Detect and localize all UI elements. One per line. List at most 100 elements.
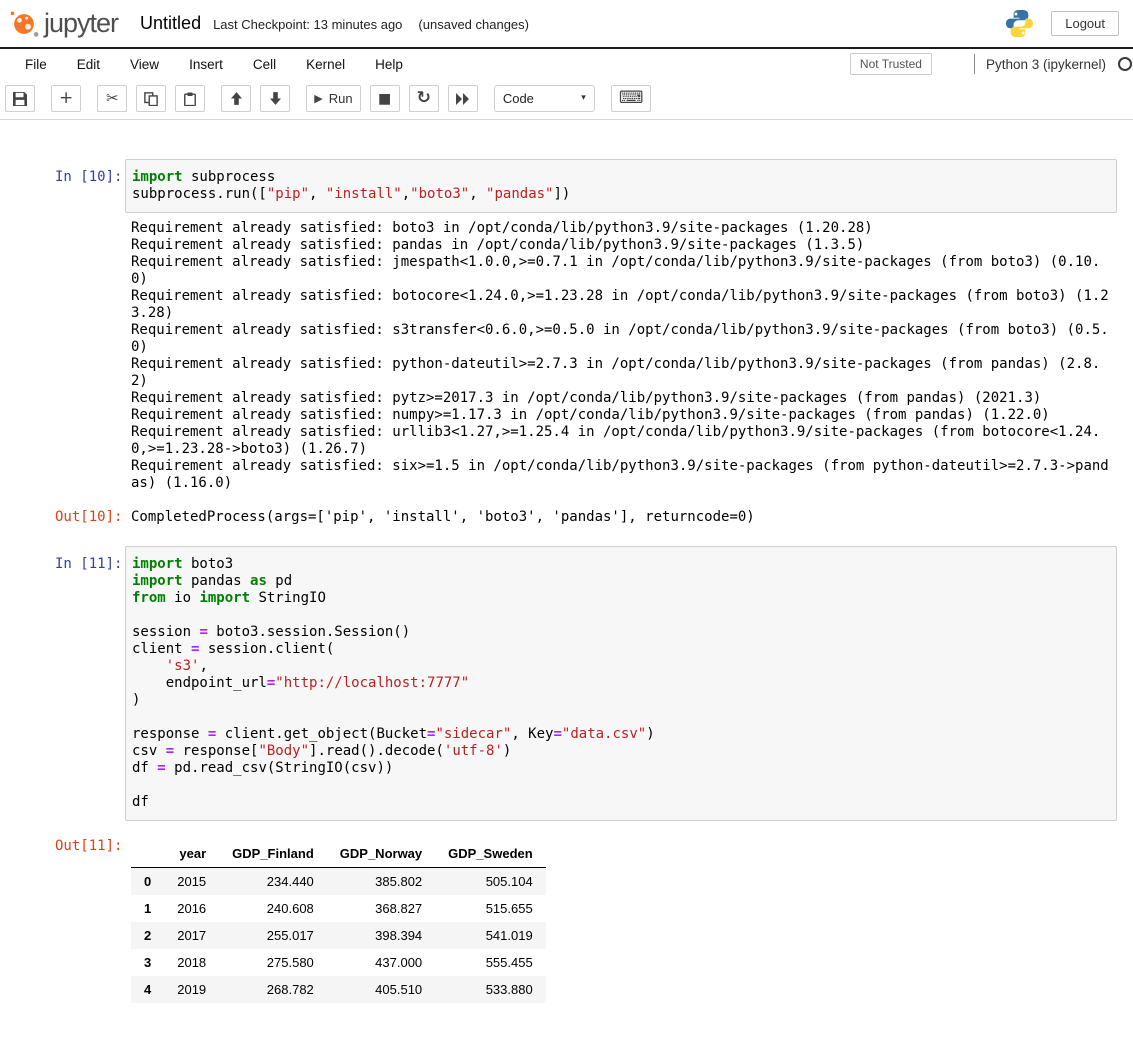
code-line: df: [132, 794, 1110, 811]
toolbar: + ✂ ▶ Run: [0, 79, 1133, 120]
cell-1-input-row: In [10]: import subprocesssubprocess.run…: [55, 159, 1117, 213]
stop-icon: ■: [378, 92, 391, 106]
df-index-cell: 2: [131, 922, 164, 949]
df-cell: 368.827: [327, 895, 435, 922]
cut-cell-button[interactable]: ✂: [97, 85, 127, 112]
menu-file[interactable]: File: [10, 51, 62, 78]
checkpoint-status: Last Checkpoint: 13 minutes ago: [213, 17, 402, 32]
header-right: Logout: [1004, 8, 1119, 39]
jupyter-wordmark: jupyter: [44, 8, 118, 39]
run-button[interactable]: ▶ Run: [306, 85, 360, 112]
df-index-cell: 3: [131, 949, 164, 976]
dataframe-table: yearGDP_FinlandGDP_NorwayGDP_Sweden02015…: [131, 840, 546, 1003]
python-logo-icon: [1004, 8, 1035, 39]
run-label: Run: [329, 91, 353, 106]
add-cell-button[interactable]: +: [51, 85, 81, 112]
df-cell: 505.104: [435, 868, 546, 896]
notebook-area: In [10]: import subprocesssubprocess.run…: [0, 120, 1133, 1043]
input-prompt: In [11]:: [55, 546, 125, 573]
menubar: File Edit View Insert Cell Kernel Help N…: [0, 49, 1133, 79]
code-editor[interactable]: import subprocesssubprocess.run(["pip", …: [125, 159, 1117, 213]
move-cell-down-button[interactable]: [260, 85, 290, 112]
restart-kernel-button[interactable]: ↻: [409, 85, 439, 112]
code-line: 's3',: [132, 658, 1110, 675]
df-cell: 405.510: [327, 976, 435, 1003]
move-cell-up-button[interactable]: [221, 85, 251, 112]
menu-view[interactable]: View: [115, 51, 174, 78]
code-line: [132, 607, 1110, 624]
header: jupyter Untitled Last Checkpoint: 13 min…: [0, 0, 1133, 49]
paste-cell-button[interactable]: [175, 85, 205, 112]
menu-insert[interactable]: Insert: [174, 51, 238, 78]
add-cell-icon: +: [59, 90, 73, 107]
not-trusted-button[interactable]: Not Trusted: [850, 53, 932, 75]
run-icon: ▶: [314, 93, 322, 104]
code-cell-2: In [11]: import boto3import pandas as pd…: [55, 546, 1117, 1003]
cut-icon: ✂: [106, 91, 119, 106]
copy-cell-button[interactable]: [136, 85, 166, 112]
menu-cell[interactable]: Cell: [238, 51, 291, 78]
df-index-cell: 0: [131, 868, 164, 896]
jupyter-logo[interactable]: jupyter: [6, 6, 118, 42]
command-palette-button[interactable]: ⌨: [611, 85, 652, 112]
cell-2-result-row: Out[11]: yearGDP_FinlandGDP_NorwayGDP_Sw…: [55, 838, 1117, 1003]
kernel-name-label: Python 3 (ipykernel): [986, 57, 1106, 72]
restart-icon: ↻: [417, 90, 431, 107]
df-index-header: [131, 840, 164, 868]
restart-run-all-icon: [456, 93, 470, 105]
code-line: client = session.client(: [132, 641, 1110, 658]
dataframe-output-area: yearGDP_FinlandGDP_NorwayGDP_Sweden02015…: [125, 838, 1117, 1003]
df-cell: 398.394: [327, 922, 435, 949]
df-cell: 2019: [164, 976, 219, 1003]
df-index-cell: 1: [131, 895, 164, 922]
code-line: session = boto3.session.Session(): [132, 624, 1110, 641]
df-cell: 385.802: [327, 868, 435, 896]
df-column-header: GDP_Norway: [327, 840, 435, 868]
df-cell: 234.440: [219, 868, 327, 896]
code-line: response = client.get_object(Bucket="sid…: [132, 726, 1110, 743]
restart-run-all-button[interactable]: [448, 85, 478, 112]
code-line: csv = response["Body"].read().decode('ut…: [132, 743, 1110, 760]
interrupt-kernel-button[interactable]: ■: [370, 85, 400, 112]
menu-kernel[interactable]: Kernel: [291, 51, 360, 78]
code-line: [132, 777, 1110, 794]
df-column-header: GDP_Finland: [219, 840, 327, 868]
df-cell: 2015: [164, 868, 219, 896]
code-line: import boto3: [132, 556, 1110, 573]
df-cell: 2016: [164, 895, 219, 922]
notebook-title[interactable]: Untitled: [140, 13, 201, 34]
unsaved-changes-indicator: (unsaved changes): [418, 17, 529, 32]
menubar-right: Not Trusted Python 3 (ipykernel): [850, 53, 1129, 75]
cell-type-dropdown[interactable]: Code ▾: [494, 85, 595, 112]
df-cell: 555.455: [435, 949, 546, 976]
code-source: import boto3import pandas as pdfrom io i…: [132, 556, 1110, 811]
cell-1-result-row: Out[10]: CompletedProcess(args=['pip', '…: [55, 509, 1117, 526]
kernel-idle-icon: [1118, 57, 1132, 71]
df-cell: 2018: [164, 949, 219, 976]
save-button[interactable]: [5, 85, 35, 112]
vertical-divider: [974, 54, 975, 74]
cell-1-stream-row: Requirement already satisfied: boto3 in …: [55, 220, 1117, 492]
move-up-icon: [231, 92, 242, 105]
move-down-icon: [270, 92, 281, 105]
menu-help[interactable]: Help: [360, 51, 418, 78]
logout-button[interactable]: Logout: [1051, 11, 1119, 36]
df-row: 02015234.440385.802505.104: [131, 868, 546, 896]
code-line: import subprocess: [132, 169, 1110, 186]
df-cell: 268.782: [219, 976, 327, 1003]
code-line: [132, 709, 1110, 726]
df-cell: 515.655: [435, 895, 546, 922]
save-icon: [13, 92, 27, 106]
code-cell-1: In [10]: import subprocesssubprocess.run…: [55, 159, 1117, 526]
output-prompt: Out[11]:: [55, 838, 125, 855]
df-column-header: year: [164, 840, 219, 868]
code-line: ): [132, 692, 1110, 709]
input-prompt: In [10]:: [55, 159, 125, 186]
code-editor[interactable]: import boto3import pandas as pdfrom io i…: [125, 546, 1117, 821]
df-column-header: GDP_Sweden: [435, 840, 546, 868]
menu-edit[interactable]: Edit: [62, 51, 115, 78]
jupyter-planet-icon: [6, 6, 42, 42]
code-line: subprocess.run(["pip", "install","boto3"…: [132, 186, 1110, 203]
code-line: df = pd.read_csv(StringIO(csv)): [132, 760, 1110, 777]
keyboard-icon: ⌨: [619, 90, 644, 107]
